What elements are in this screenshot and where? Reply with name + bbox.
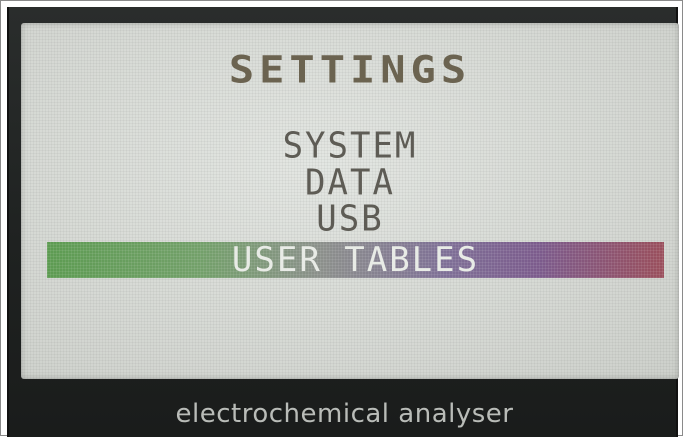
menu-item-user-tables[interactable]: USER TABLES <box>47 242 664 278</box>
menu-item-user-tables-label: USER TABLES <box>231 240 480 280</box>
menu-item-usb[interactable]: USB <box>21 198 679 240</box>
screen-title: SETTINGS <box>228 47 472 92</box>
menu-item-system[interactable]: SYSTEM <box>21 125 679 167</box>
photo-frame: SETTINGS SYSTEM DATA USB USER TABLES ele… <box>0 0 683 437</box>
lcd-screen: SETTINGS SYSTEM DATA USB USER TABLES <box>21 23 679 379</box>
device-brand-label: electrochemical analyser <box>175 399 514 429</box>
device-bezel: SETTINGS SYSTEM DATA USB USER TABLES ele… <box>7 7 679 437</box>
